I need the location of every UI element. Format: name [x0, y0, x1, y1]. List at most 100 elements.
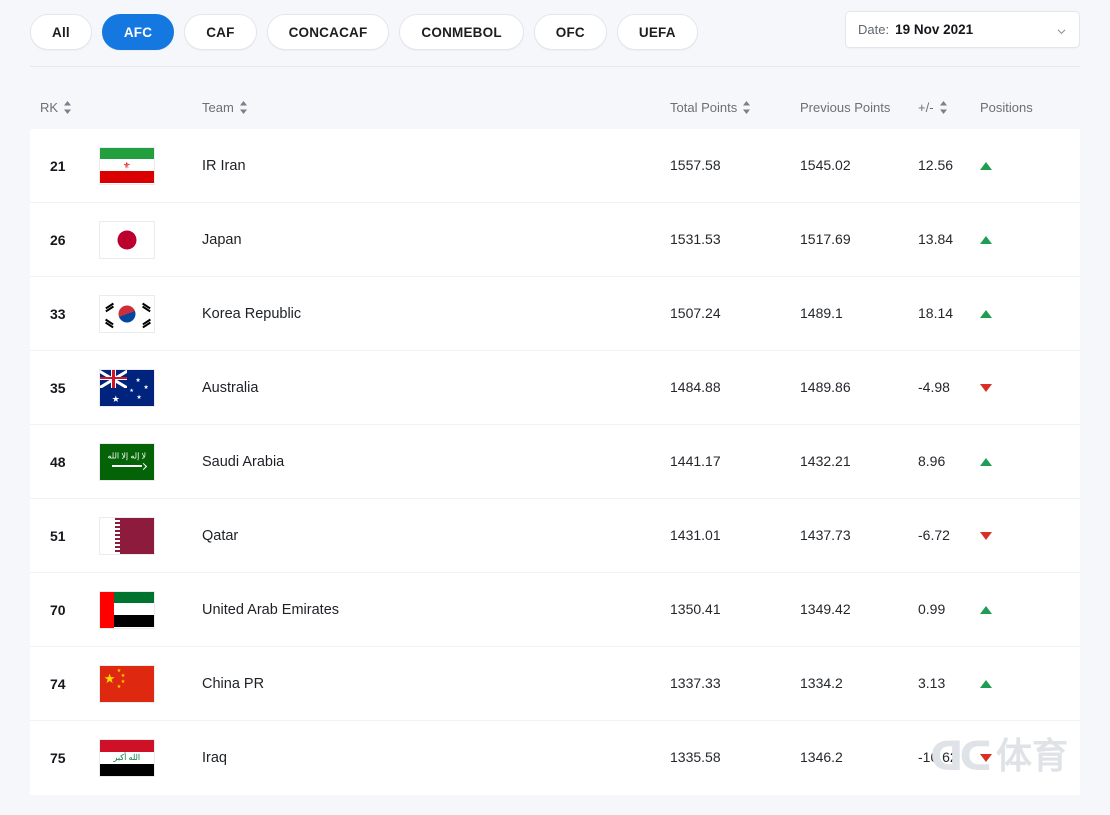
- ranking-rows: 21 ⚜ IR Iran 1557.58 1545.02 12.56 26 Japan 1531…: [30, 129, 1080, 795]
- filter-pill-uefa[interactable]: UEFA: [616, 14, 698, 50]
- position-down-arrow-icon: [980, 383, 992, 392]
- date-value: 19 Nov 2021: [895, 22, 974, 37]
- filter-pill-caf[interactable]: CAF: [184, 14, 257, 50]
- date-label: Date:: [858, 22, 890, 37]
- row-total-points: 1557.58: [670, 156, 721, 173]
- row-previous-points: 1432.21: [800, 452, 851, 469]
- column-header-team[interactable]: Team: [202, 100, 670, 115]
- flag-cell: [98, 516, 202, 555]
- column-header-change[interactable]: +/-: [918, 100, 980, 115]
- row-change: 8.96: [918, 452, 946, 469]
- column-header-rank[interactable]: RK: [30, 100, 202, 115]
- column-header-positions: Positions: [980, 100, 1060, 115]
- filter-pill-concacaf[interactable]: CONCACAF: [266, 14, 390, 50]
- row-total-points: 1350.41: [670, 600, 721, 617]
- row-change: -10.62: [918, 749, 958, 765]
- row-change: 3.13: [918, 674, 946, 691]
- table-row[interactable]: 35 ★ ★ ★ ★ ★ Australia 1484.88 1489.86 -4.98: [30, 351, 1080, 425]
- row-team-name: Saudi Arabia: [202, 453, 285, 470]
- row-team-name: Iraq: [202, 750, 227, 766]
- column-header-previous-points: Previous Points: [800, 100, 918, 115]
- ranking-table: RK Team Total Points Previous Points +/-…: [30, 67, 1080, 795]
- qat-flag-icon: [98, 516, 155, 555]
- table-row[interactable]: 75 الله أكبر Iraq 1335.58 1346.2 -10.62: [30, 721, 1080, 795]
- table-row[interactable]: 26 Japan 1531.53 1517.69 13.84: [30, 203, 1080, 277]
- irq-flag-icon: الله أكبر: [98, 739, 155, 777]
- row-previous-points: 1489.86: [800, 378, 851, 395]
- row-previous-points: 1489.1: [800, 304, 843, 321]
- position-up-arrow-icon: [980, 235, 992, 244]
- position-up-arrow-icon: [980, 605, 992, 614]
- row-rank: 51: [50, 527, 66, 544]
- column-header-total-points[interactable]: Total Points: [670, 100, 800, 115]
- row-change: -6.72: [918, 526, 950, 543]
- row-total-points: 1431.01: [670, 526, 721, 543]
- row-team-name: Australia: [202, 379, 259, 396]
- row-change: 12.56: [918, 156, 954, 173]
- flag-cell: ★ ★ ★ ★ ★: [98, 368, 202, 407]
- flag-cell: ★ ★ ★ ★ ★: [98, 664, 202, 703]
- table-row[interactable]: 74 ★ ★ ★ ★ ★ China PR 1337.33 1334.2 3.13: [30, 647, 1080, 721]
- sort-arrows-icon: [239, 100, 248, 114]
- row-change: 18.14: [918, 304, 954, 321]
- iran-flag-icon: ⚜: [98, 146, 155, 185]
- row-team-name: IR Iran: [202, 157, 246, 174]
- row-previous-points: 1545.02: [800, 156, 851, 173]
- ksa-flag-icon: لا إله إلا الله: [98, 442, 155, 481]
- row-team-name: United Arab Emirates: [202, 601, 340, 618]
- row-team-name: Japan: [202, 231, 242, 248]
- table-row[interactable]: 51 Qatar 1431.01 1437.73 -6.72: [30, 499, 1080, 573]
- column-header-rank-label: RK: [40, 99, 59, 115]
- row-total-points: 1441.17: [670, 452, 721, 469]
- row-total-points: 1507.24: [670, 304, 721, 321]
- position-down-arrow-icon: [980, 754, 992, 762]
- row-rank: 26: [50, 231, 66, 248]
- flag-cell: ⚜: [98, 146, 202, 185]
- filter-pill-all[interactable]: All: [30, 14, 92, 50]
- flag-cell: الله أكبر: [98, 739, 202, 777]
- row-previous-points: 1437.73: [800, 526, 851, 543]
- row-team-name: China PR: [202, 675, 265, 692]
- aus-flag-icon: ★ ★ ★ ★ ★: [98, 368, 155, 407]
- row-previous-points: 1349.42: [800, 600, 851, 617]
- position-down-arrow-icon: [980, 531, 992, 540]
- column-header-change-label: +/-: [918, 99, 934, 115]
- row-change: -4.98: [918, 378, 950, 395]
- chn-flag-icon: ★ ★ ★ ★ ★: [98, 664, 155, 703]
- column-header-positions-label: Positions: [980, 99, 1033, 115]
- row-change: 0.99: [918, 600, 946, 617]
- filter-pill-ofc[interactable]: OFC: [533, 14, 607, 50]
- filter-pill-conmebol[interactable]: CONMEBOL: [399, 14, 524, 50]
- row-rank: 33: [50, 305, 66, 322]
- sort-arrows-icon: [939, 100, 948, 114]
- row-change: 13.84: [918, 230, 954, 247]
- table-row[interactable]: 21 ⚜ IR Iran 1557.58 1545.02 12.56: [30, 129, 1080, 203]
- column-header-team-label: Team: [202, 99, 234, 115]
- position-up-arrow-icon: [980, 679, 992, 688]
- table-row[interactable]: 70 United Arab Emirates 1350.41 1349.42 0.99: [30, 573, 1080, 647]
- position-up-arrow-icon: [980, 309, 992, 318]
- filter-pill-afc[interactable]: AFC: [101, 14, 175, 50]
- row-previous-points: 1346.2: [800, 749, 843, 765]
- date-selector[interactable]: Date: 19 Nov 2021: [845, 11, 1080, 48]
- row-team-name: Korea Republic: [202, 305, 302, 322]
- row-rank: 48: [50, 453, 66, 470]
- position-up-arrow-icon: [980, 161, 992, 170]
- table-header-row: RK Team Total Points Previous Points +/-…: [30, 67, 1080, 129]
- row-rank: 74: [50, 675, 66, 692]
- flag-cell: [98, 294, 202, 333]
- table-row[interactable]: 33 Korea Republic 1507.24 1489.1 18.14: [30, 277, 1080, 351]
- row-rank: 21: [50, 157, 66, 174]
- row-total-points: 1531.53: [670, 230, 721, 247]
- confederation-filter-group: All AFC CAF CONCACAF CONMEBOL OFC UEFA: [30, 14, 698, 50]
- korea-flag-icon: [98, 294, 155, 333]
- flag-cell: [98, 590, 202, 629]
- row-team-name: Qatar: [202, 527, 239, 544]
- table-row[interactable]: 48 لا إله إلا الله Saudi Arabia 1441.17 1432…: [30, 425, 1080, 499]
- row-total-points: 1335.58: [670, 749, 721, 765]
- flag-cell: لا إله إلا الله: [98, 442, 202, 481]
- sort-arrows-icon: [63, 100, 72, 114]
- row-total-points: 1484.88: [670, 378, 721, 395]
- column-header-total-points-label: Total Points: [670, 99, 738, 115]
- chevron-down-icon: [1056, 24, 1067, 35]
